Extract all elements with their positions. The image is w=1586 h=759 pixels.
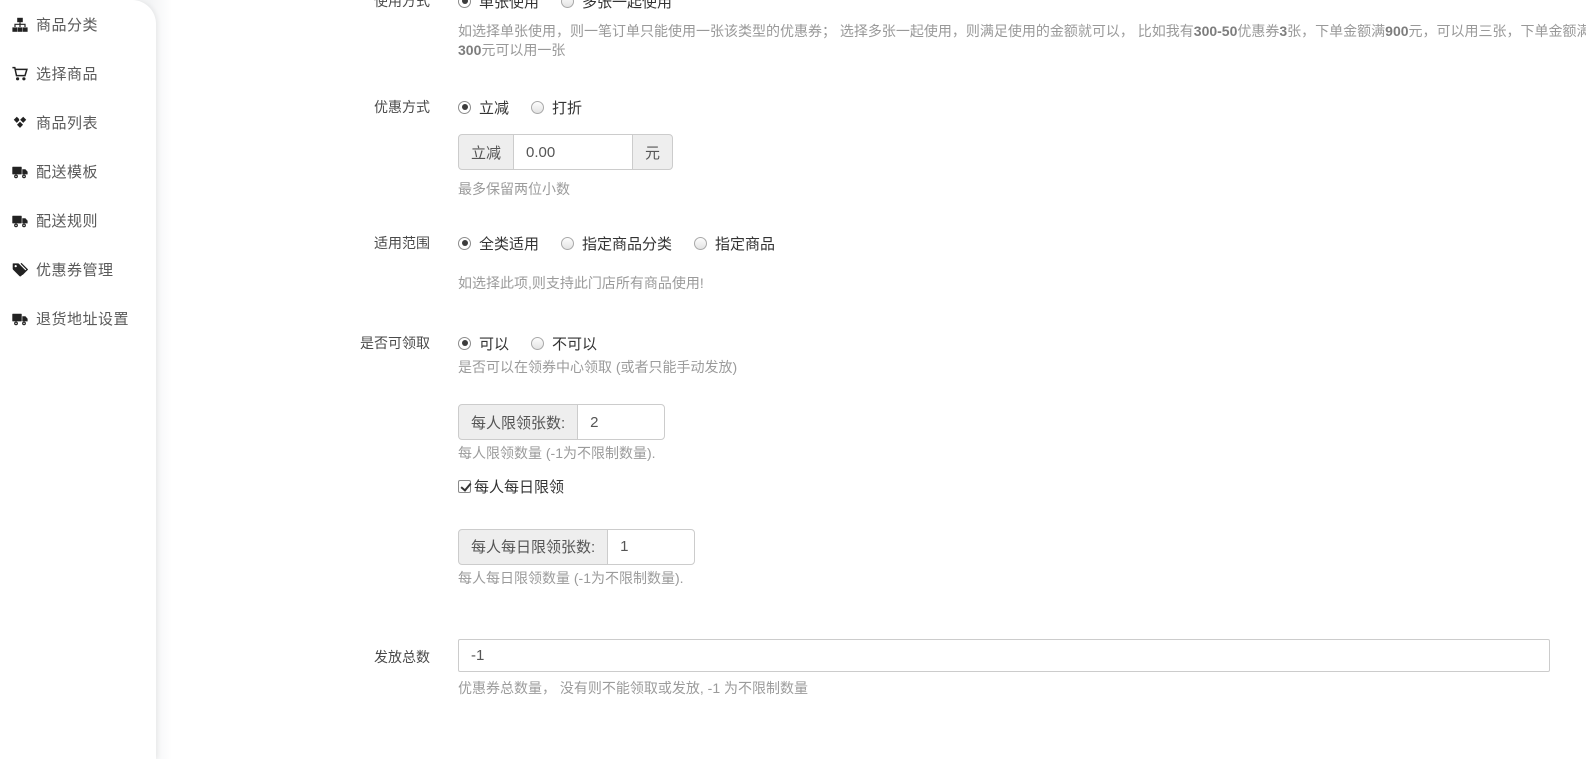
discount-type-radio-group: 立减 打折 bbox=[458, 97, 1586, 117]
per-day-limit-input-group: 每人每日限领张数: bbox=[458, 529, 1586, 565]
per-person-limit-input[interactable] bbox=[577, 404, 665, 440]
total-issued-input[interactable] bbox=[458, 639, 1550, 672]
sidebar-item-label: 商品分类 bbox=[36, 14, 98, 35]
sidebar-item-return-address-settings[interactable]: 退货地址设置 bbox=[0, 294, 156, 343]
radio-option-label: 打折 bbox=[552, 97, 582, 118]
scope-radio-group: 全类适用 指定商品分类 指定商品 bbox=[458, 233, 1586, 253]
truck-icon bbox=[12, 164, 28, 180]
form-group-discount-type: 优惠方式 立减打折 立减 元 最多保留两位小数 bbox=[0, 97, 1586, 198]
radio-option-label: 立减 bbox=[479, 97, 509, 118]
radio-icon[interactable] bbox=[561, 0, 574, 8]
radio-icon[interactable] bbox=[561, 237, 574, 250]
sidebar: 商品分类选择商品商品列表配送模板配送规则优惠券管理退货地址设置 bbox=[0, 0, 156, 759]
sidebar-item-product-list[interactable]: 商品列表 bbox=[0, 98, 156, 147]
form-group-total-issued: 发放总数 优惠券总数量， 没有则不能领取或发放, -1 为不限制数量 bbox=[0, 639, 1586, 697]
radio-option-single-use[interactable]: 单张使用 bbox=[458, 0, 539, 12]
radio-icon[interactable] bbox=[458, 337, 471, 350]
sidebar-nav: 商品分类选择商品商品列表配送模板配送规则优惠券管理退货地址设置 bbox=[0, 0, 156, 343]
discount-amount-unit: 元 bbox=[632, 134, 673, 170]
radio-icon[interactable] bbox=[458, 101, 471, 114]
discount-amount-input-group: 立减 元 bbox=[458, 134, 1586, 170]
cart-icon bbox=[12, 66, 28, 82]
radio-option-label: 不可以 bbox=[552, 333, 597, 354]
form-group-scope: 适用范围 全类适用指定商品分类指定商品 如选择此项,则支持此门店所有商品使用! bbox=[0, 233, 1586, 292]
radio-option-label: 可以 bbox=[479, 333, 509, 354]
sidebar-item-label: 配送模板 bbox=[36, 161, 98, 182]
radio-option-specified-products[interactable]: 指定商品 bbox=[694, 233, 775, 254]
radio-icon[interactable] bbox=[531, 101, 544, 114]
tags-icon bbox=[12, 262, 28, 278]
sitemap-icon bbox=[12, 17, 28, 33]
sidebar-item-select-products[interactable]: 选择商品 bbox=[0, 49, 156, 98]
daily-limit-checkbox[interactable]: 每人每日限领 bbox=[458, 477, 564, 495]
sidebar-item-label: 商品列表 bbox=[36, 112, 98, 133]
radio-icon[interactable] bbox=[531, 337, 544, 350]
sidebar-item-coupon-management[interactable]: 优惠券管理 bbox=[0, 245, 156, 294]
checkbox-icon[interactable] bbox=[458, 480, 471, 493]
radio-option-label: 指定商品分类 bbox=[582, 233, 672, 254]
sidebar-item-delivery-templates[interactable]: 配送模板 bbox=[0, 147, 156, 196]
usage-mode-description-line1: 如选择单张使用，则一笔订单只能使用一张该类型的优惠券； 选择多张一起使用，则满足… bbox=[458, 22, 1586, 41]
form-group-usage-mode: 使用方式 单张使用多张一起使用 如选择单张使用，则一笔订单只能使用一张该类型的优… bbox=[0, 0, 1586, 60]
radio-option-all-categories[interactable]: 全类适用 bbox=[458, 233, 539, 254]
radio-option-no[interactable]: 不可以 bbox=[531, 333, 597, 354]
radio-option-label: 多张一起使用 bbox=[582, 0, 672, 12]
truck-icon bbox=[12, 311, 28, 327]
radio-option-label: 指定商品 bbox=[715, 233, 775, 254]
claimable-hint: 是否可以在领券中心领取 (或者只能手动发放) bbox=[458, 358, 1586, 376]
claimable-radio-group: 可以 不可以 bbox=[458, 333, 1586, 353]
usage-mode-description-line2: 300元可以用一张 bbox=[458, 41, 1586, 60]
radio-option-specified-categories[interactable]: 指定商品分类 bbox=[561, 233, 672, 254]
discount-amount-addon: 立减 bbox=[458, 134, 514, 170]
discount-amount-input[interactable] bbox=[513, 134, 633, 170]
per-day-limit-input[interactable] bbox=[607, 529, 695, 565]
total-issued-hint: 优惠券总数量， 没有则不能领取或发放, -1 为不限制数量 bbox=[458, 679, 1586, 697]
per-day-limit-hint: 每人每日限领数量 (-1为不限制数量). bbox=[458, 569, 1586, 587]
sidebar-item-label: 优惠券管理 bbox=[36, 259, 114, 280]
sidebar-item-delivery-rules[interactable]: 配送规则 bbox=[0, 196, 156, 245]
discount-amount-hint: 最多保留两位小数 bbox=[458, 180, 1586, 198]
per-day-limit-addon: 每人每日限领张数: bbox=[458, 529, 608, 565]
daily-limit-checkbox-label: 每人每日限领 bbox=[474, 476, 564, 497]
sidebar-item-label: 配送规则 bbox=[36, 210, 98, 231]
sidebar-item-label: 退货地址设置 bbox=[36, 308, 129, 329]
usage-mode-radio-group: 单张使用 多张一起使用 bbox=[458, 0, 1586, 11]
radio-option-label: 单张使用 bbox=[479, 0, 539, 12]
per-person-limit-addon: 每人限领张数: bbox=[458, 404, 578, 440]
scope-hint: 如选择此项,则支持此门店所有商品使用! bbox=[458, 274, 1586, 292]
per-person-limit-input-group: 每人限领张数: bbox=[458, 404, 1586, 440]
per-person-limit-hint: 每人限领数量 (-1为不限制数量). bbox=[458, 444, 1586, 462]
radio-icon[interactable] bbox=[458, 0, 471, 8]
radio-icon[interactable] bbox=[694, 237, 707, 250]
sidebar-item-label: 选择商品 bbox=[36, 63, 98, 84]
radio-option-label: 全类适用 bbox=[479, 233, 539, 254]
sidebar-item-product-categories[interactable]: 商品分类 bbox=[0, 0, 156, 49]
radio-option-multi-use[interactable]: 多张一起使用 bbox=[561, 0, 672, 12]
coupon-form: 使用方式 单张使用多张一起使用 如选择单张使用，则一笔订单只能使用一张该类型的优… bbox=[0, 0, 1586, 697]
radio-option-yes[interactable]: 可以 bbox=[458, 333, 509, 354]
radio-icon[interactable] bbox=[458, 237, 471, 250]
cubes-icon bbox=[12, 115, 28, 131]
radio-option-instant-discount[interactable]: 立减 bbox=[458, 97, 509, 118]
truck-icon bbox=[12, 213, 28, 229]
radio-option-percent-discount[interactable]: 打折 bbox=[531, 97, 582, 118]
form-group-claimable: 是否可领取 可以不可以 是否可以在领券中心领取 (或者只能手动发放) 每人限领张… bbox=[0, 333, 1586, 587]
